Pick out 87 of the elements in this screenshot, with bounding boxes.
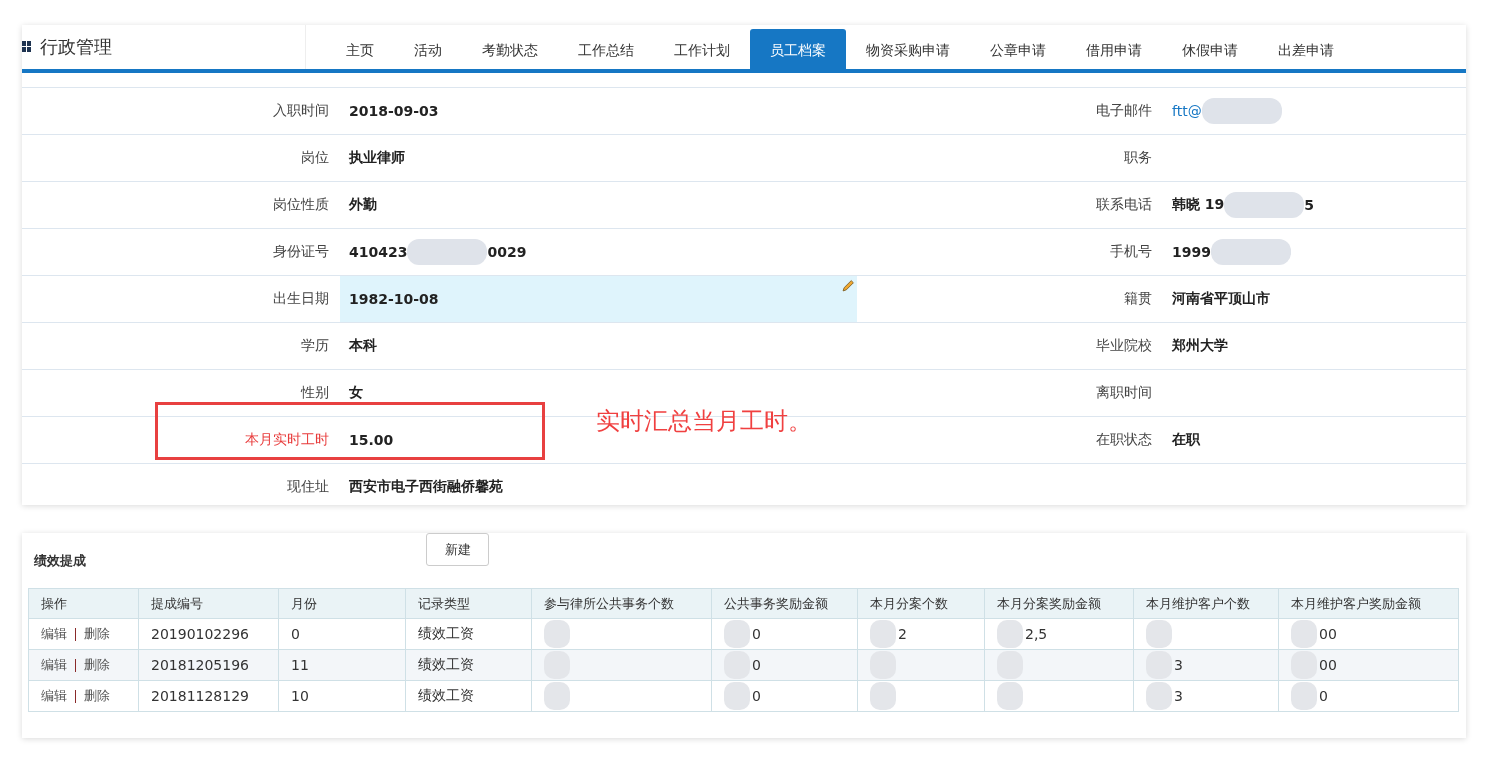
edit-link[interactable]: 编辑	[41, 625, 67, 643]
field-value: 女	[349, 384, 363, 402]
table-cell: 0	[752, 657, 761, 673]
editable-field[interactable]: 1982-10-08	[340, 276, 857, 322]
field-value: 在职	[1172, 431, 1200, 449]
nav-tab[interactable]: 出差申请	[1258, 29, 1354, 69]
field-value: 韩晓 19	[1172, 196, 1225, 214]
nav-tab[interactable]: 公章申请	[970, 29, 1066, 69]
table-cell: 20190102296	[151, 626, 249, 642]
column-header: 提成编号	[138, 588, 279, 619]
table-cell: 3	[1174, 688, 1183, 704]
new-button[interactable]: 新建	[426, 533, 489, 566]
field-value: 0029	[487, 244, 527, 260]
field-value: 郑州大学	[1172, 337, 1228, 355]
nav-tab[interactable]: 工作总结	[558, 29, 654, 69]
nav-tab[interactable]: 物资采购申请	[846, 29, 970, 69]
column-header: 参与律所公共事务个数	[531, 588, 712, 619]
table-cell: 00	[1319, 657, 1337, 673]
field-value: 外勤	[349, 196, 377, 214]
table-cell: 绩效工资	[418, 656, 474, 674]
nav-tab[interactable]: 工作计划	[654, 29, 750, 69]
field-label: 性别	[299, 384, 330, 402]
field-label: 本月实时工时	[244, 431, 330, 449]
column-header: 本月维护客户个数	[1133, 588, 1279, 619]
field-label: 籍贯	[1123, 290, 1153, 308]
table-cell: 11	[291, 657, 309, 673]
table-cell: 20181205196	[151, 657, 249, 673]
nav-tab[interactable]: 休假申请	[1162, 29, 1258, 69]
table-cell: 2,5	[1025, 626, 1048, 642]
field-value: 1982-10-08	[349, 291, 439, 307]
field-label: 身份证号	[272, 243, 330, 261]
delete-link[interactable]: 删除	[84, 625, 110, 643]
table-cell: 00	[1319, 626, 1337, 642]
nav-tab[interactable]: 考勤状态	[462, 29, 558, 69]
section-title: 绩效提成	[34, 551, 86, 570]
field-value: 2018-09-03	[349, 103, 439, 119]
email-link[interactable]: ftt@	[1172, 103, 1202, 119]
field-value: 5	[1304, 197, 1315, 213]
field-label: 离职时间	[1095, 384, 1153, 402]
field-value: 15.00	[349, 432, 394, 448]
table-cell: 0	[752, 688, 761, 704]
field-label: 电子邮件	[1095, 102, 1153, 120]
table-cell: 绩效工资	[418, 625, 474, 643]
table-cell: 2	[898, 626, 907, 642]
delete-link[interactable]: 删除	[84, 656, 110, 674]
nav-tab[interactable]: 主页	[326, 29, 394, 69]
column-header: 记录类型	[405, 588, 532, 619]
field-label: 毕业院校	[1095, 337, 1153, 355]
field-value: 410423	[349, 244, 408, 260]
field-value: 执业律师	[349, 149, 405, 167]
table-cell: 3	[1174, 657, 1183, 673]
field-value: 河南省平顶山市	[1172, 290, 1270, 308]
column-header: 月份	[278, 588, 406, 619]
table-cell: 绩效工资	[418, 687, 474, 705]
field-label: 手机号	[1109, 243, 1153, 261]
field-value: 西安市电子西街融侨馨苑	[349, 478, 503, 496]
table-cell: 20181128129	[151, 688, 249, 704]
field-value: 1999	[1172, 244, 1211, 260]
edit-link[interactable]: 编辑	[41, 687, 67, 705]
field-label: 联系电话	[1095, 196, 1153, 214]
table-cell: 0	[752, 626, 761, 642]
table-cell: 10	[291, 688, 309, 704]
field-value: 本科	[349, 337, 377, 355]
annotation-note: 实时汇总当月工时。	[596, 406, 812, 437]
field-label: 职务	[1123, 149, 1153, 167]
column-header: 本月分案奖励金额	[984, 588, 1134, 619]
module-title: 行政管理	[40, 35, 112, 59]
field-label: 学历	[300, 337, 330, 355]
grid-icon	[22, 41, 32, 53]
table-cell: 0	[1319, 688, 1328, 704]
column-header: 操作	[28, 588, 139, 619]
delete-link[interactable]: 删除	[84, 687, 110, 705]
field-label: 岗位性质	[272, 196, 330, 214]
nav-tab[interactable]: 员工档案	[750, 29, 846, 69]
column-header: 本月维护客户奖励金额	[1278, 588, 1459, 619]
edit-link[interactable]: 编辑	[41, 656, 67, 674]
field-label: 入职时间	[272, 102, 330, 120]
column-header: 本月分案个数	[857, 588, 985, 619]
table-cell: 0	[291, 626, 300, 642]
nav-tab[interactable]: 借用申请	[1066, 29, 1162, 69]
field-label: 岗位	[300, 149, 330, 167]
field-label: 现住址	[286, 478, 330, 496]
nav-tab[interactable]: 活动	[394, 29, 462, 69]
field-label: 出生日期	[272, 290, 330, 308]
pencil-icon[interactable]	[842, 279, 855, 292]
field-label: 在职状态	[1095, 431, 1153, 449]
column-header: 公共事务奖励金额	[711, 588, 858, 619]
